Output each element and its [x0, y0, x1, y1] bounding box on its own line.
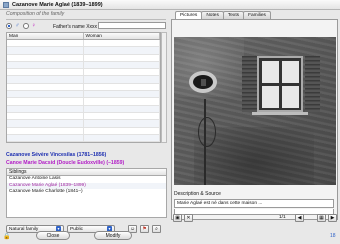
table-row[interactable]: [7, 134, 160, 142]
father-name-field[interactable]: [98, 22, 166, 29]
divider: [6, 19, 166, 20]
table-row[interactable]: [7, 69, 160, 77]
father-link[interactable]: Cazanove Sévère Vincesilas (1781–1856): [6, 152, 106, 158]
house-window: [257, 56, 303, 112]
modify-button[interactable]: Modify: [94, 231, 132, 240]
close-button[interactable]: Close: [36, 231, 70, 240]
table-row[interactable]: [7, 40, 160, 48]
window-title: Cazanove Marie Aglaé (1839–1899): [12, 1, 103, 8]
tab-notes[interactable]: Notes: [201, 11, 224, 19]
table-row[interactable]: [7, 91, 160, 99]
list-item[interactable]: Cazanove Marie Charlotte (1841–): [7, 189, 166, 196]
column-man[interactable]: Man: [7, 33, 84, 39]
sex-selector: ♂ ♀: [6, 23, 36, 29]
female-icon: ♀: [31, 23, 37, 29]
family-panel: Composition of the family ♂ ♀ Father's n…: [3, 11, 168, 233]
table-row[interactable]: [7, 120, 160, 128]
table-row[interactable]: [7, 98, 160, 106]
mother-link[interactable]: Canoe Marie Dacsid (Doucle Eudoxville) (…: [6, 160, 124, 166]
delete-picture-icon[interactable]: ✕: [184, 214, 193, 222]
next-picture-icon[interactable]: ▶: [328, 214, 337, 222]
window-titlebar: Cazanove Marie Aglaé (1839–1899): [0, 0, 340, 10]
description-label: Description & Source: [174, 191, 221, 197]
shutter: [305, 56, 320, 112]
table-row[interactable]: [7, 61, 160, 70]
add-picture-icon[interactable]: ▣: [173, 214, 182, 222]
table-row[interactable]: [7, 54, 160, 62]
siblings-list[interactable]: Siblings Cazanove Antoine Lasis Cazanove…: [6, 168, 167, 218]
siblings-header: Siblings: [7, 169, 166, 176]
shutter: [242, 56, 257, 112]
table-row[interactable]: [7, 47, 160, 55]
grid-scrollbar[interactable]: [161, 32, 167, 143]
table-row[interactable]: [7, 76, 160, 84]
round-window: [189, 71, 217, 93]
app-icon: [3, 1, 9, 8]
grid-header: Man Woman: [7, 33, 160, 40]
table-row[interactable]: [7, 83, 160, 92]
picture-settings-icon[interactable]: ▦: [317, 214, 326, 222]
tab-texts[interactable]: Texts: [222, 11, 245, 19]
prev-picture-icon[interactable]: ◀: [295, 214, 304, 222]
sex-female-radio[interactable]: [22, 23, 29, 29]
lock-icon[interactable]: 🔒: [3, 233, 10, 240]
column-woman[interactable]: Woman: [84, 33, 160, 39]
sex-male-radio[interactable]: [6, 23, 12, 29]
table-row[interactable]: [7, 105, 160, 113]
media-panel: Pictures Notes Texts Families Descriptio…: [171, 11, 338, 229]
tab-pictures[interactable]: Pictures: [175, 11, 203, 19]
tab-families[interactable]: Families: [243, 11, 271, 19]
description-field[interactable]: Marie Aglaé est né dans cette maison ...: [174, 199, 334, 208]
table-row[interactable]: [7, 112, 160, 121]
tab-bar: Pictures Notes Texts Families: [175, 11, 271, 19]
male-icon: ♂: [15, 23, 20, 29]
father-name-label: Father's name Xxxx: [53, 24, 98, 30]
table-row[interactable]: [7, 127, 160, 135]
page-indicator: 1/1: [279, 215, 286, 220]
family-house-photo[interactable]: [174, 37, 336, 185]
footer: 🔒 Close Modify 18: [0, 229, 340, 244]
section-label: Composition of the family: [6, 11, 65, 17]
media-toolbar: ▣ ✕ 1/1 ◀ ▦ ▶: [171, 213, 338, 223]
record-count: 18: [330, 233, 336, 239]
spouses-grid[interactable]: Man Woman: [6, 32, 161, 143]
